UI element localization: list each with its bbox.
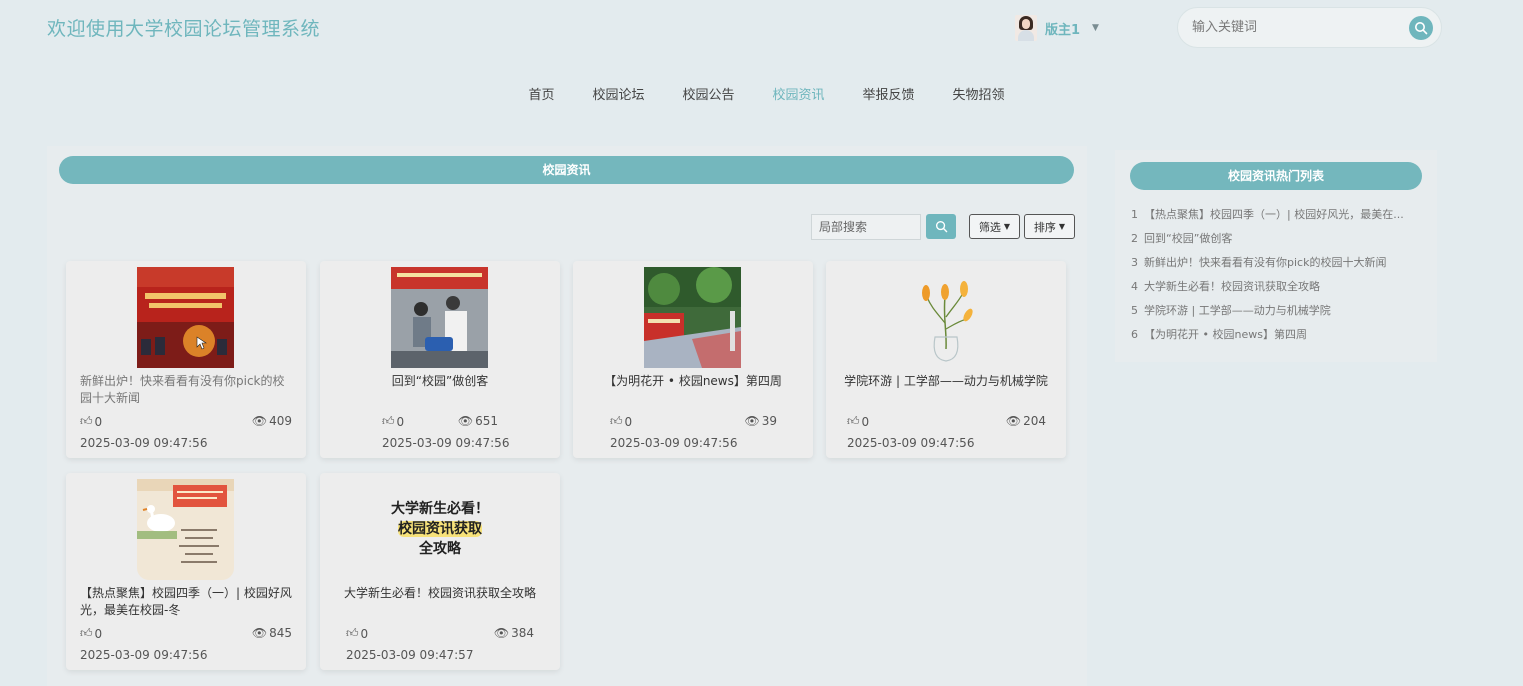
site-title: 欢迎使用大学校园论坛管理系统: [47, 18, 321, 40]
search-button[interactable]: [1409, 16, 1433, 40]
news-title[interactable]: 新鲜出炉！快来看看有没有你pick的校园十大新闻: [80, 373, 292, 407]
news-title[interactable]: 学院环游 | 工学部——动力与机械学院: [840, 373, 1052, 390]
view-count: 👁︎ 845: [251, 626, 292, 640]
search-icon: [935, 220, 947, 233]
news-card[interactable]: 【为明花开 • 校园news】第四周 👍︎ 0 👁︎ 39 2025-03-09 0…: [573, 261, 813, 458]
view-count: 👁︎ 651: [457, 414, 498, 428]
hot-news-panel: 校园资讯热门列表 1 【热点聚焦】校园四季（一）| 校园好风光，最美在... 2回…: [1115, 150, 1437, 362]
hot-news-title: 校园资讯热门列表: [1130, 162, 1422, 190]
hot-news-item[interactable]: 5 学院环游 | 工学部——动力与机械学院: [1131, 304, 1423, 328]
hot-news-item[interactable]: 2 回到“校园”做创客: [1131, 232, 1423, 256]
like-count[interactable]: 👍︎ 0: [346, 626, 368, 641]
view-count: 👁︎ 384: [493, 626, 534, 640]
like-count[interactable]: 👍︎ 0: [610, 414, 632, 429]
eye-icon: 👁︎: [1005, 414, 1022, 428]
news-card[interactable]: 大学新生必看！ 校园资讯获取 全攻略 大学新生必看！校园资讯获取全攻略 👍︎ 0 …: [320, 473, 560, 670]
eye-icon: 👁︎: [493, 626, 510, 640]
news-date: 2025-03-09 09:47:57: [346, 648, 474, 662]
user-menu[interactable]: 版主1 ▼: [1015, 14, 1099, 42]
hot-news-list: 1 【热点聚焦】校园四季（一）| 校园好风光，最美在... 2 回到“校园”做创客 …: [1131, 208, 1423, 352]
search-icon: [1415, 22, 1428, 35]
chevron-down-icon: ▼: [1092, 23, 1099, 33]
news-date: 2025-03-09 09:47:56: [847, 436, 975, 450]
news-card[interactable]: 新鲜出炉！快来看看有没有你pick的校园十大新闻 👍︎ 0 👁︎ 409 2025-…: [66, 261, 306, 458]
caret-down-icon: ▼: [1058, 222, 1066, 231]
hot-news-item[interactable]: 4 大学新生必看！校园资讯获取全攻略: [1131, 280, 1423, 304]
news-thumbnail[interactable]: [391, 267, 488, 368]
hot-news-item[interactable]: 6 【为明花开 • 校园news】第四周: [1131, 328, 1423, 352]
filter-label: 筛选: [978, 220, 1001, 234]
search-input[interactable]: [1190, 19, 1400, 36]
eye-icon: 👁︎: [251, 626, 268, 640]
sort-label: 排序: [1033, 220, 1056, 234]
like-count[interactable]: 👍︎ 0: [80, 414, 102, 429]
like-count[interactable]: 👍︎ 0: [80, 626, 102, 641]
news-card[interactable]: 【热点聚焦】校园四季（一）| 校园好风光，最美在校园-冬 👍︎ 0 👁︎ 845 2…: [66, 473, 306, 670]
nav-news[interactable]: 校园资讯: [773, 86, 825, 106]
nav-forum[interactable]: 校园论坛: [592, 86, 644, 106]
news-thumbnail[interactable]: [644, 267, 741, 368]
local-search-button[interactable]: [926, 214, 956, 239]
nav-report[interactable]: 举报反馈: [863, 86, 915, 106]
nav-home[interactable]: 首页: [528, 86, 554, 106]
news-title[interactable]: 【热点聚焦】校园四季（一）| 校园好风光，最美在校园-冬: [80, 585, 292, 619]
news-panel: 校园资讯 筛选▼ 排序▼: [47, 146, 1087, 686]
nav-lost-found[interactable]: 失物招领: [953, 86, 1005, 106]
eye-icon: 👁︎: [457, 414, 474, 428]
page: 欢迎使用大学校园论坛管理系统 版主1 ▼ 首页 校园论坛 校园公告 校园资讯 举…: [0, 0, 1523, 686]
view-count: 👁︎ 204: [1005, 414, 1046, 428]
eye-icon: 👁︎: [251, 414, 268, 428]
hot-news-item[interactable]: 1 【热点聚焦】校园四季（一）| 校园好风光，最美在...: [1131, 208, 1423, 232]
hot-news-item[interactable]: 3 新鲜出炉！快来看看有没有你pick的校园十大新闻: [1131, 256, 1423, 280]
thumbnail-text: 大学新生必看！ 校园资讯获取 全攻略: [391, 501, 489, 557]
news-thumbnail[interactable]: [137, 479, 234, 580]
avatar: [1015, 15, 1037, 41]
news-title[interactable]: 回到“校园”做创客: [334, 373, 546, 390]
thumbs-up-icon: 👍︎: [80, 414, 93, 428]
user-name: 版主1: [1045, 22, 1081, 38]
thumbs-up-icon: 👍︎: [847, 414, 860, 428]
like-count[interactable]: 👍︎ 0: [382, 414, 404, 429]
news-date: 2025-03-09 09:47:56: [80, 648, 208, 662]
global-search: [1177, 7, 1442, 48]
like-count[interactable]: 👍︎ 0: [847, 414, 869, 429]
thumbs-up-icon: 👍︎: [346, 626, 359, 640]
news-thumbnail[interactable]: 大学新生必看！ 校园资讯获取 全攻略: [381, 479, 499, 580]
view-count: 👁︎ 39: [744, 414, 777, 428]
section-title: 校园资讯: [59, 156, 1074, 184]
news-title[interactable]: 【为明花开 • 校园news】第四周: [587, 373, 799, 390]
news-date: 2025-03-09 09:47:56: [610, 436, 738, 450]
filter-dropdown[interactable]: 筛选 ▼: [969, 214, 1020, 239]
news-date: 2025-03-09 09:47:56: [80, 436, 208, 450]
news-card[interactable]: 学院环游 | 工学部——动力与机械学院 👍︎ 0 👁︎ 204 2025-03-09…: [826, 261, 1066, 458]
news-thumbnail[interactable]: [137, 267, 234, 368]
caret-down-icon: ▼: [1003, 222, 1011, 231]
news-card[interactable]: 回到“校园”做创客 👍︎ 0 👁︎ 651 2025-03-09 09:47:56: [320, 261, 560, 458]
thumbs-up-icon: 👍︎: [80, 626, 93, 640]
news-date: 2025-03-09 09:47:56: [382, 436, 510, 450]
local-search-input[interactable]: [811, 214, 921, 240]
news-thumbnail[interactable]: [897, 267, 994, 368]
thumbs-up-icon: 👍︎: [382, 414, 395, 428]
sort-dropdown[interactable]: 排序 ▼: [1024, 214, 1075, 239]
view-count: 👁︎ 409: [251, 414, 292, 428]
main-nav: 首页 校园论坛 校园公告 校园资讯 举报反馈 失物招领: [0, 86, 1523, 106]
news-title[interactable]: 大学新生必看！校园资讯获取全攻略: [334, 585, 546, 602]
thumbs-up-icon: 👍︎: [610, 414, 623, 428]
nav-announcements[interactable]: 校园公告: [682, 86, 734, 106]
eye-icon: 👁︎: [744, 414, 760, 428]
